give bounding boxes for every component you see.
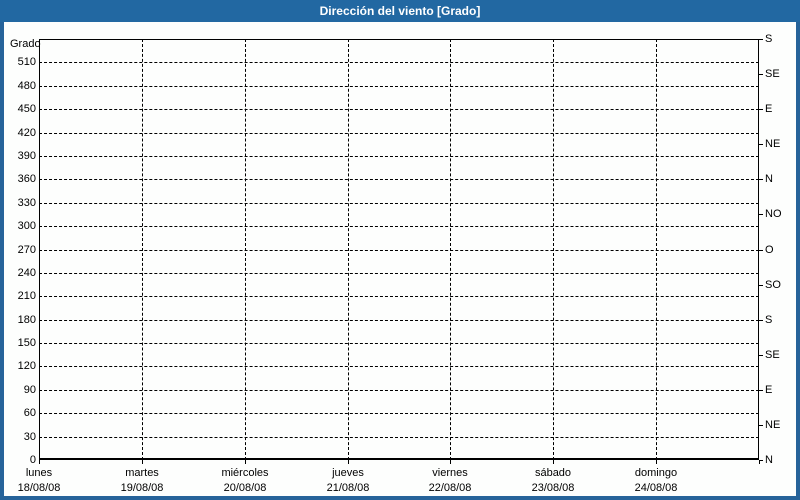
plot-area — [39, 39, 759, 460]
y-axis-right-tick — [759, 320, 763, 321]
x-axis-day-name: sábado — [534, 467, 572, 479]
y-axis-left-tick-label: 0 — [29, 454, 36, 466]
y-axis-right-tick — [759, 144, 763, 145]
y-axis-left-tick-label: 330 — [17, 197, 36, 209]
y-axis-left-tick-label: 120 — [17, 360, 36, 372]
y-axis-right-tick-label: NE — [765, 419, 781, 431]
y-axis-right-tick — [759, 179, 763, 180]
y-axis-left-tick-label: 210 — [17, 290, 36, 302]
y-axis-left-tick-label: 150 — [17, 337, 36, 349]
x-axis-tick — [348, 460, 349, 464]
chart-content: Grado 0 30 60 90 120 150 180 210 240 270 300 330 360… — [4, 22, 796, 496]
x-axis-tick — [553, 460, 554, 464]
x-axis-day-date: 21/08/08 — [326, 482, 370, 494]
y-axis-left-tick-label: 420 — [17, 127, 36, 139]
y-axis-right-tick-label: SE — [765, 68, 780, 80]
x-axis-day-date: 24/08/08 — [634, 482, 678, 494]
x-axis-tick — [450, 460, 451, 464]
y-axis-left-tick-label: 360 — [17, 173, 36, 185]
chart-title: Dirección del viento [Grado] — [319, 4, 481, 18]
x-axis-day-label: jueves 21/08/08 — [293, 466, 403, 496]
frame-border-right — [796, 22, 800, 500]
y-axis-left-tick-label: 480 — [17, 80, 36, 92]
x-axis-day-name: miércoles — [221, 467, 269, 479]
y-axis-title: Grado — [10, 38, 41, 50]
y-axis-left-tick-label: 60 — [23, 407, 36, 419]
x-axis-day-label: lunes 18/08/08 — [0, 466, 94, 496]
x-axis-day-label: martes 19/08/08 — [87, 466, 197, 496]
y-axis-left-tick-label: 240 — [17, 267, 36, 279]
x-axis-tick — [39, 460, 40, 464]
y-axis-right-tick-label: NO — [765, 208, 782, 220]
x-axis-day-label: sábado 23/08/08 — [498, 466, 608, 496]
y-axis-right-tick — [759, 425, 763, 426]
y-axis-right-tick — [759, 285, 763, 286]
y-axis-right-tick-label: NE — [765, 138, 781, 150]
y-axis-right-tick — [759, 109, 763, 110]
y-axis-left-tick-label: 90 — [23, 384, 36, 396]
y-axis-right-tick-label: E — [765, 384, 773, 396]
x-axis-day-date: 19/08/08 — [120, 482, 164, 494]
y-axis-right-tick-label: O — [765, 244, 774, 256]
frame-border-bottom — [0, 496, 800, 500]
x-axis-day-date: 18/08/08 — [17, 482, 61, 494]
y-axis-right-tick — [759, 250, 763, 251]
y-axis-right-tick-label: N — [765, 454, 773, 466]
y-axis-right-tick — [759, 355, 763, 356]
y-axis-right-tick-label: E — [765, 103, 773, 115]
x-axis-tick — [142, 460, 143, 464]
y-axis-right-tick-label: N — [765, 173, 773, 185]
x-axis-day-label: viernes 22/08/08 — [395, 466, 505, 496]
chart-window: Dirección del viento [Grado] Grado 0 30 60… — [0, 0, 800, 500]
y-axis-right-tick — [759, 390, 763, 391]
y-axis-left-tick-label: 450 — [17, 103, 36, 115]
y-axis-right-tick — [759, 214, 763, 215]
y-axis-right-tick-label: S — [765, 314, 773, 326]
x-axis-day-name: jueves — [332, 467, 364, 479]
x-axis-tick — [245, 460, 246, 464]
x-axis-day-name: martes — [125, 467, 159, 479]
x-axis-day-date: 20/08/08 — [223, 482, 267, 494]
y-axis-right-tick — [759, 39, 763, 40]
x-axis-day-name: viernes — [432, 467, 468, 479]
y-axis-right-tick-label: SE — [765, 349, 780, 361]
y-axis-left-tick-label: 270 — [17, 244, 36, 256]
y-axis-right-tick — [759, 460, 763, 461]
x-axis-day-date: 23/08/08 — [531, 482, 575, 494]
y-axis-right-tick-label: S — [765, 33, 773, 45]
y-axis-left-tick-label: 390 — [17, 150, 36, 162]
y-axis-left-tick-label: 180 — [17, 314, 36, 326]
x-axis-day-name: lunes — [25, 467, 53, 479]
y-axis-right-tick-label: SO — [765, 279, 781, 291]
title-bar: Dirección del viento [Grado] — [0, 0, 800, 22]
x-axis-tick — [656, 460, 657, 464]
y-axis-left-tick-label: 510 — [17, 56, 36, 68]
x-axis-day-label: miércoles 20/08/08 — [190, 466, 300, 496]
y-axis-left-tick-label: 300 — [17, 220, 36, 232]
x-axis-day-name: domingo — [634, 467, 678, 479]
x-axis-day-label: domingo 24/08/08 — [601, 466, 711, 496]
y-axis-left-tick-label: 30 — [23, 431, 36, 443]
x-axis-day-date: 22/08/08 — [428, 482, 472, 494]
y-axis-right-tick — [759, 74, 763, 75]
